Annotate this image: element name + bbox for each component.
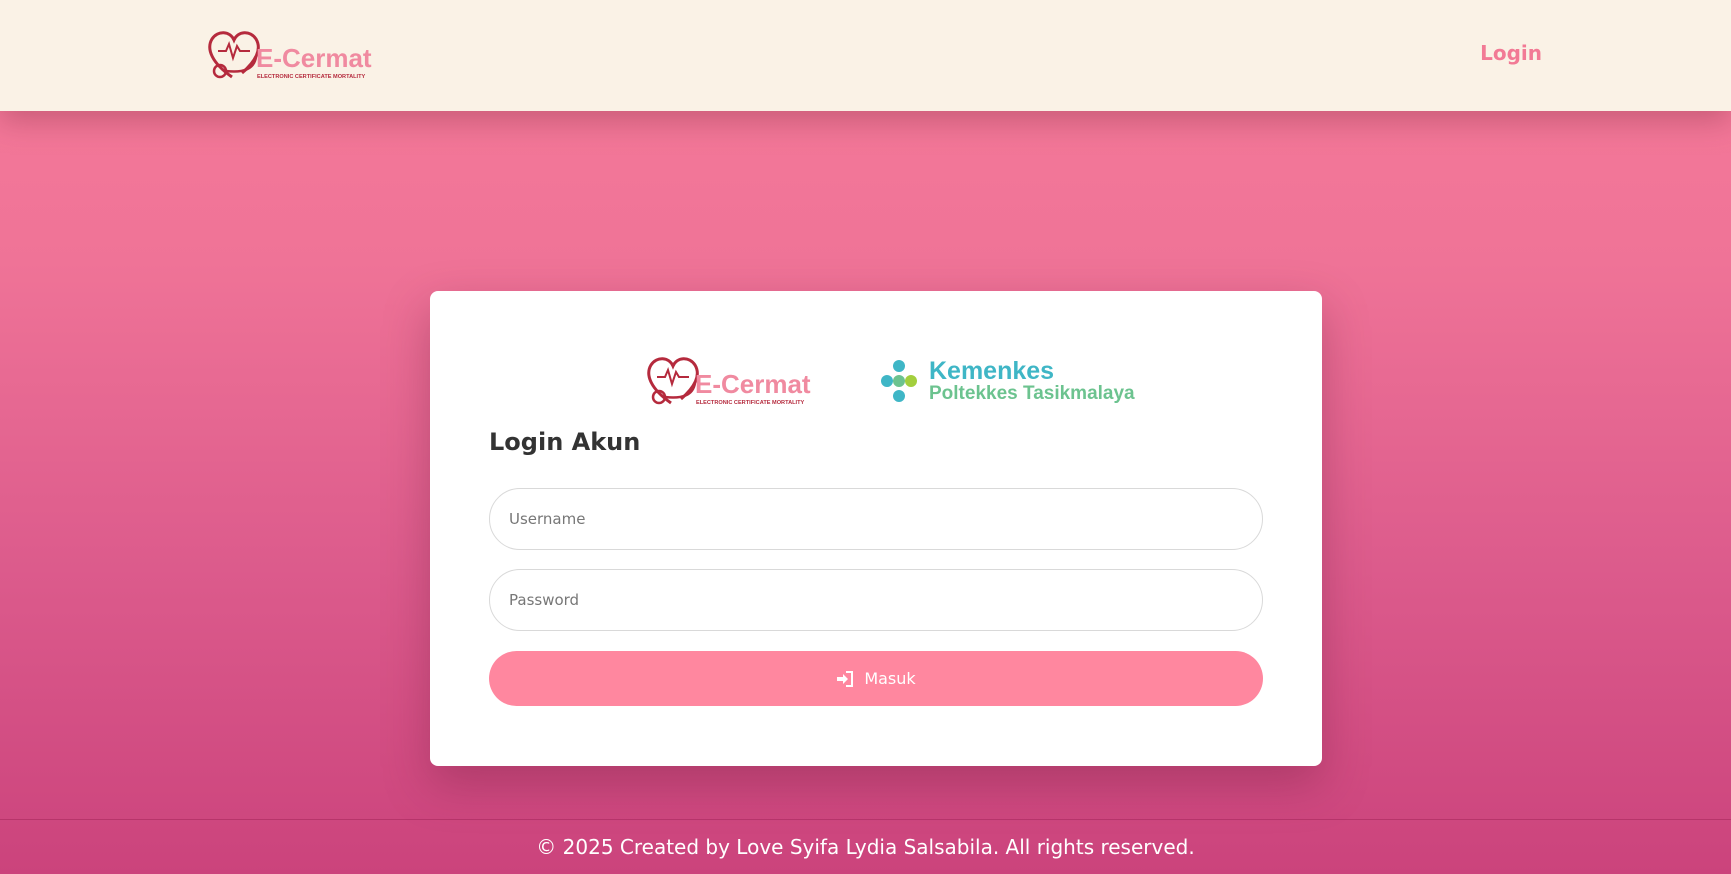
ecermat-card-logo: E-Cermat ELECTRONIC CERTIFICATE MORTALIT… [647,357,811,406]
ecermat-tagline: ELECTRONIC CERTIFICATE MORTALITY [257,74,366,80]
kemenkes-subtitle: Poltekkes Tasikmalaya [929,383,1135,405]
ecermat-logo-graphic: E-Cermat ELECTRONIC CERTIFICATE MORTALIT… [208,31,372,80]
footer: © 2025 Created by Love Syifa Lydia Salsa… [0,819,1731,874]
card-logos: E-Cermat ELECTRONIC CERTIFICATE MORTALIT… [643,351,1135,411]
kemenkes-emblem-icon [881,360,917,402]
login-title: Login Akun [489,428,641,456]
kemenkes-wordmark: Kemenkes Poltekkes Tasikmalaya [929,358,1135,404]
masuk-button[interactable]: Masuk [489,651,1263,706]
kemenkes-title: Kemenkes [929,356,1055,385]
ecermat-card-tagline: ELECTRONIC CERTIFICATE MORTALITY [696,400,805,406]
login-card: E-Cermat ELECTRONIC CERTIFICATE MORTALIT… [430,291,1322,766]
sign-in-icon [837,670,854,687]
password-input[interactable] [489,569,1263,631]
footer-copyright: © 2025 Created by Love Syifa Lydia Salsa… [536,835,1195,859]
masuk-button-label: Masuk [864,669,916,688]
ecermat-wordmark: E-Cermat [256,43,372,73]
nav-login-link[interactable]: Login [1480,41,1542,65]
username-input[interactable] [489,488,1263,550]
navbar: E-Cermat ELECTRONIC CERTIFICATE MORTALIT… [0,0,1731,111]
ecermat-logo[interactable]: E-Cermat ELECTRONIC CERTIFICATE MORTALIT… [204,27,430,83]
ecermat-card-wordmark: E-Cermat [695,369,811,399]
